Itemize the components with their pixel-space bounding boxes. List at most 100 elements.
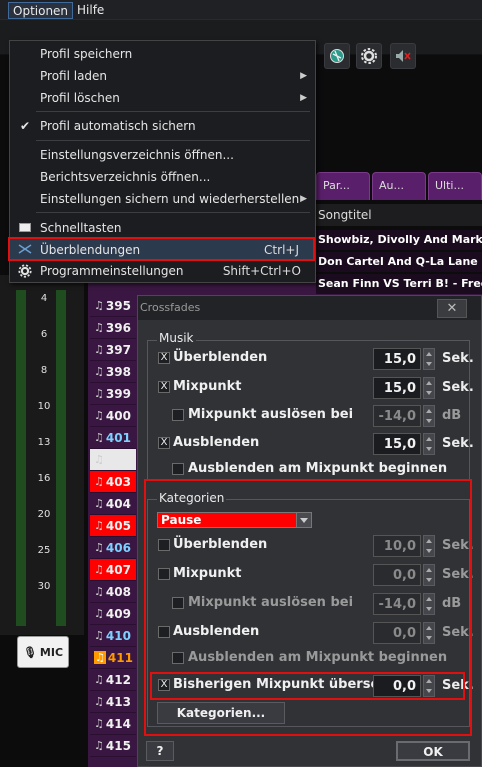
ok-button[interactable]: OK	[396, 741, 470, 761]
gear-icon[interactable]	[356, 43, 382, 69]
tab-ulti[interactable]: Ulti...	[428, 172, 482, 200]
musik-mixpunkt-ausloesen-checkbox[interactable]	[172, 409, 184, 421]
unit-label: Sek.	[442, 380, 474, 395]
vu-scale-label: 4	[40, 293, 48, 304]
close-button[interactable]: ✕	[437, 299, 467, 318]
crossfade-icon	[17, 239, 33, 261]
playlist-number: 410	[105, 628, 131, 643]
settings-gear-icon	[17, 260, 33, 285]
musik-group-label: Musik	[157, 331, 196, 345]
musik-ueberblenden-checkbox[interactable]: X	[158, 352, 170, 364]
menu-optionen[interactable]: Optionen	[8, 2, 74, 19]
menu-item-programmeinstellungen[interactable]: Programmeinstellungen Shift+Ctrl+O	[10, 260, 315, 282]
menu-item-einstellungen-sichern[interactable]: Einstellungen sichern und wiederherstell…	[10, 188, 315, 210]
playlist-number: 396	[105, 320, 131, 335]
optionen-dropdown: Profil speichern Profil laden ▶ Profil lö…	[8, 40, 316, 283]
music-note-icon: ♫	[94, 475, 104, 488]
song-title-header[interactable]: Songtitel	[316, 204, 482, 226]
music-note-icon: ♫	[94, 739, 104, 752]
menu-item-einstellungsverzeichnis[interactable]: Einstellungsverzeichnis öffnen...	[10, 144, 315, 166]
vu-scale-label: 8	[40, 365, 48, 376]
globe-icon[interactable]	[324, 43, 350, 69]
playlist-number: 398	[105, 364, 131, 379]
playlist-row[interactable]: ♫ 414	[90, 713, 136, 735]
playlist-row[interactable]: ♫ 415	[90, 735, 136, 757]
highlight-box	[150, 672, 465, 700]
playlist-row[interactable]: ♫ 410	[90, 625, 136, 647]
music-note-icon: ♫	[94, 541, 104, 554]
playlist-number: 415	[105, 738, 131, 753]
playlist-row[interactable]: ♫ 406	[90, 537, 136, 559]
tab-par[interactable]: Par...	[316, 172, 370, 200]
vu-meter-left	[16, 290, 26, 626]
submenu-arrow-icon: ▶	[300, 194, 307, 204]
musik-ausblenden-spinner[interactable]	[423, 433, 435, 455]
music-note-icon: ♫	[94, 607, 104, 620]
playlist-row[interactable]: ♫ 399	[90, 383, 136, 405]
menubar: Optionen Hilfe	[0, 0, 482, 20]
dialog-title: Crossfades	[138, 296, 481, 320]
playlist-row[interactable]: ♫ 400	[90, 405, 136, 427]
musik-ausblenden-mix-label: Ausblenden am Mixpunkt beginnen	[188, 461, 448, 476]
playlist-row[interactable]: ♫ 412	[90, 669, 136, 691]
vu-scale-label: 20	[37, 509, 51, 520]
menu-item-profil-speichern[interactable]: Profil speichern	[10, 43, 315, 65]
music-note-icon: ♫	[94, 585, 104, 598]
playlist-number: 404	[105, 496, 131, 511]
mic-label: MIC	[39, 645, 64, 659]
menu-item-profil-laden[interactable]: Profil laden ▶	[10, 65, 315, 87]
musik-mixpunkt-spinner[interactable]	[423, 377, 435, 399]
mic-button[interactable]: 🎙 MIC	[17, 636, 69, 668]
menu-item-berichtsverzeichnis[interactable]: Berichtsverzeichnis öffnen...	[10, 166, 315, 188]
musik-ueberblenden-input[interactable]: 15,0	[373, 348, 421, 370]
keyboard-icon	[17, 217, 33, 239]
vu-scale-label: 6	[40, 329, 48, 340]
playlist-row[interactable]: ♫ 409	[90, 603, 136, 625]
music-note-icon: ♫	[94, 673, 104, 686]
unit-label: Sek.	[442, 351, 474, 366]
song-row[interactable]: Showbiz, Divolly And Mark	[316, 230, 482, 250]
playlist-row[interactable]: ♫ 411	[90, 647, 136, 669]
checkmark-icon: ✔	[19, 119, 31, 133]
playlist-row[interactable]: ♫ 404	[90, 493, 136, 515]
playlist-row[interactable]: ♫ 401	[90, 427, 136, 449]
playlist-row[interactable]: ♫ 405	[90, 515, 136, 537]
playlist-row[interactable]: ♫ 396	[90, 317, 136, 339]
musik-ausblenden-mix-checkbox[interactable]	[172, 463, 184, 475]
playlist-row[interactable]: ♫ 397	[90, 339, 136, 361]
playlist-number: 397	[105, 342, 131, 357]
musik-ueberblenden-spinner[interactable]	[423, 348, 435, 370]
musik-ausblenden-checkbox[interactable]: X	[158, 437, 170, 449]
musik-mixpunkt-ausloesen-label: Mixpunkt auslösen bei	[188, 407, 354, 422]
menu-item-profil-loeschen[interactable]: Profil löschen ▶	[10, 87, 315, 109]
help-button[interactable]: ?	[146, 741, 174, 761]
musik-mixpunkt-ausloesen-spinner[interactable]	[423, 405, 435, 427]
playlist-row[interactable]: ♫ 403	[90, 471, 136, 493]
playlist-number: 401	[105, 430, 131, 445]
tab-au[interactable]: Au...	[372, 172, 426, 200]
playlist-row[interactable]: ♫ 398	[90, 361, 136, 383]
menu-divider	[36, 140, 310, 141]
musik-mixpunkt-input[interactable]: 15,0	[373, 377, 421, 399]
playlist-row[interactable]: ♫ 395	[90, 295, 136, 317]
playlist-row[interactable]: ♫ 407	[90, 559, 136, 581]
playlist-row[interactable]: ♫ 413	[90, 691, 136, 713]
menu-item-profil-auto-sichern[interactable]: ✔ Profil automatisch sichern	[10, 115, 315, 137]
menu-item-ueberblendungen[interactable]: Überblendungen Ctrl+J	[8, 237, 315, 261]
menu-divider	[36, 111, 310, 112]
musik-mixpunkt-ausloesen-input[interactable]: -14,0	[373, 405, 421, 427]
menu-item-schnelltasten[interactable]: Schnelltasten	[10, 217, 315, 239]
music-note-icon: ♫	[94, 431, 104, 444]
musik-ausblenden-input[interactable]: 15,0	[373, 433, 421, 455]
vu-scale-label: 16	[37, 473, 51, 484]
playlist-number: 409	[105, 606, 131, 621]
playlist-number: 405	[105, 518, 131, 533]
musik-mixpunkt-checkbox[interactable]: X	[158, 381, 170, 393]
playlist-row[interactable]: ♫ 402	[90, 449, 136, 471]
song-row[interactable]: Don Cartel And Q-La Lane	[316, 252, 482, 272]
menu-hilfe[interactable]: Hilfe	[73, 2, 108, 19]
playlist-row[interactable]: ♫ 408	[90, 581, 136, 603]
speaker-mute-icon[interactable]	[390, 43, 416, 69]
playlist-number: 407	[105, 562, 131, 577]
song-row[interactable]: Sean Finn VS Terri B! - Free	[316, 274, 482, 294]
